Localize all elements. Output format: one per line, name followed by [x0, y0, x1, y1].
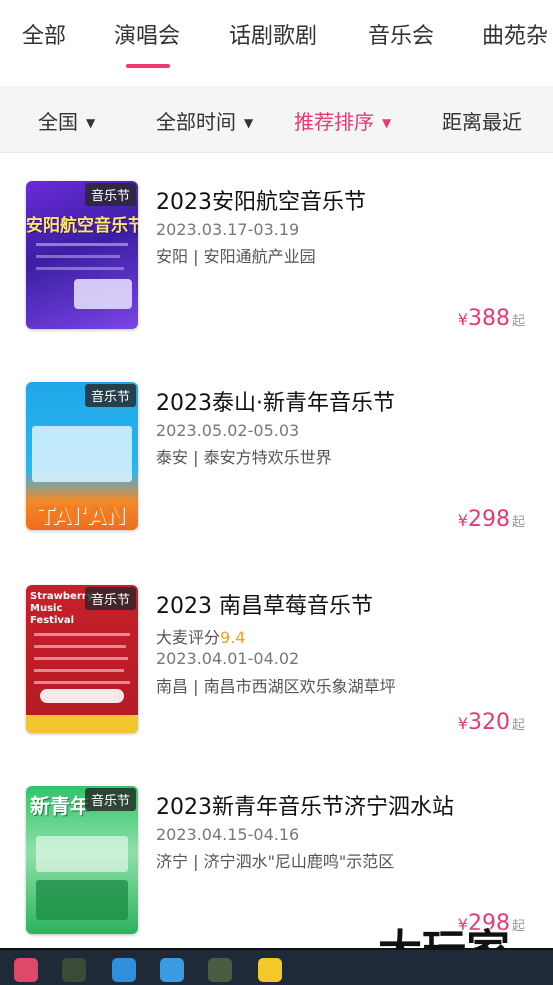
- event-list-item[interactable]: 安阳航空音乐节 音乐节 2023安阳航空音乐节 2023.03.17-03.19…: [0, 181, 553, 379]
- price-suffix: 起: [511, 718, 525, 733]
- event-poster[interactable]: TAI'AN 音乐节: [26, 382, 138, 530]
- filter-sort-label: 推荐排序: [294, 110, 374, 134]
- event-poster[interactable]: 安阳航空音乐节 音乐节: [26, 181, 138, 329]
- poster-decoration: [34, 669, 124, 672]
- tab-all[interactable]: 全部: [22, 18, 66, 50]
- caret-down-icon: ▼: [382, 116, 392, 130]
- event-poster[interactable]: 新青年 音乐节: [26, 786, 138, 934]
- price-currency: ¥: [457, 310, 468, 329]
- price-suffix: 起: [511, 515, 525, 530]
- event-list-item[interactable]: TAI'AN 音乐节 2023泰山·新青年音乐节 2023.05.02-05.0…: [0, 382, 553, 580]
- event-score: 大麦评分9.4: [156, 624, 245, 648]
- category-badge: 音乐节: [84, 788, 136, 811]
- filter-distance-label: 距离最近: [442, 110, 522, 134]
- category-badge: 音乐节: [84, 587, 136, 610]
- filter-bar: 全国 ▼ 全部时间 ▼ 推荐排序 ▼ 距离最近: [0, 86, 553, 153]
- caret-down-icon: ▼: [244, 116, 254, 130]
- event-price: ¥320 起: [458, 710, 525, 735]
- app-icon[interactable]: [14, 958, 38, 982]
- event-date: 2023.04.01-04.02: [156, 649, 300, 668]
- event-title: 2023泰山·新青年音乐节: [156, 391, 395, 416]
- tab-drama-opera[interactable]: 话剧歌剧: [229, 18, 317, 50]
- poster-decoration: [36, 880, 128, 920]
- price-suffix: 起: [511, 314, 525, 329]
- active-tab-indicator: [126, 64, 170, 68]
- app-icon[interactable]: [258, 958, 282, 982]
- event-date: 2023.04.15-04.16: [156, 825, 300, 844]
- event-venue: 南昌 | 南昌市西湖区欢乐象湖草坪: [156, 677, 396, 696]
- tab-quyi[interactable]: 曲苑杂: [482, 18, 548, 50]
- event-date: 2023.03.17-03.19: [156, 220, 300, 239]
- app-icon[interactable]: [208, 958, 232, 982]
- event-venue: 济宁 | 济宁泗水"尼山鹿鸣"示范区: [156, 852, 395, 871]
- event-title: 2023 南昌草莓音乐节: [156, 594, 373, 619]
- event-title: 2023安阳航空音乐节: [156, 190, 366, 215]
- event-date: 2023.05.02-05.03: [156, 421, 300, 440]
- price-currency: ¥: [457, 714, 468, 733]
- taskbar: [0, 948, 553, 985]
- tab-music-concert[interactable]: 音乐会: [368, 18, 434, 50]
- poster-decoration: [34, 633, 130, 636]
- event-title: 2023新青年音乐节济宁泗水站: [156, 795, 454, 820]
- event-list-item[interactable]: Strawberry Music Festival 音乐节 2023 南昌草莓音…: [0, 585, 553, 783]
- filter-region[interactable]: 全国 ▼: [38, 106, 95, 135]
- category-tabs: 全部 演唱会 话剧歌剧 音乐会 曲苑杂: [0, 0, 553, 87]
- event-poster[interactable]: Strawberry Music Festival 音乐节: [26, 585, 138, 733]
- event-venue: 泰安 | 泰安方特欢乐世界: [156, 448, 332, 467]
- event-venue: 安阳 | 安阳通航产业园: [156, 247, 316, 266]
- poster-decoration: [74, 279, 132, 309]
- event-price: ¥298 起: [458, 507, 525, 532]
- event-price: ¥388 起: [458, 306, 525, 331]
- filter-time-label: 全部时间: [156, 110, 236, 134]
- price-amount: 298: [467, 507, 510, 532]
- poster-decoration: [34, 657, 128, 660]
- poster-decoration: [40, 689, 124, 703]
- price-amount: 320: [467, 710, 510, 735]
- poster-decoration: [26, 715, 138, 733]
- poster-decoration: [36, 836, 128, 872]
- price-amount: 388: [467, 306, 510, 331]
- score-value: 9.4: [220, 628, 246, 647]
- poster-decoration: [36, 243, 128, 246]
- tab-concert[interactable]: 演唱会: [114, 18, 180, 50]
- filter-sort[interactable]: 推荐排序 ▼: [294, 106, 391, 135]
- filter-time[interactable]: 全部时间 ▼: [156, 106, 253, 135]
- poster-decoration: [34, 681, 130, 684]
- filter-distance[interactable]: 距离最近: [442, 106, 522, 135]
- poster-decoration: [36, 267, 124, 270]
- category-badge: 音乐节: [84, 384, 136, 407]
- poster-decoration: [34, 645, 126, 648]
- poster-title-text: 安阳航空音乐节: [26, 216, 138, 236]
- app-icon[interactable]: [62, 958, 86, 982]
- caret-down-icon: ▼: [86, 116, 96, 130]
- category-badge: 音乐节: [84, 183, 136, 206]
- poster-title-text: TAI'AN: [37, 502, 127, 530]
- poster-decoration: [36, 255, 120, 258]
- app-icon[interactable]: [160, 958, 184, 982]
- poster-decoration: [32, 426, 132, 482]
- price-currency: ¥: [457, 511, 468, 530]
- app-icon[interactable]: [112, 958, 136, 982]
- price-suffix: 起: [511, 919, 525, 934]
- filter-region-label: 全国: [38, 110, 78, 134]
- score-label: 大麦评分: [156, 628, 221, 647]
